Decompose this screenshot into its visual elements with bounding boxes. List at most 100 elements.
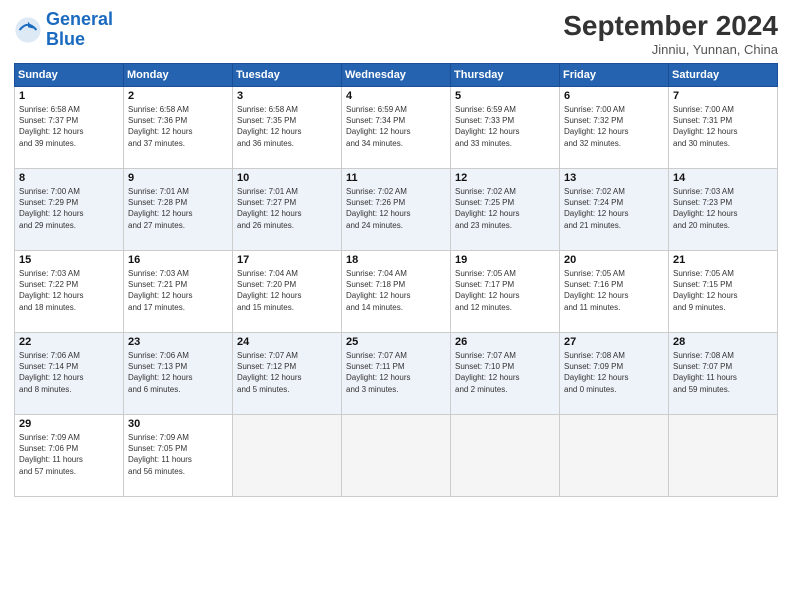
day-info: Sunrise: 7:05 AMSunset: 7:15 PMDaylight:… — [673, 268, 773, 313]
day-number: 14 — [673, 172, 773, 184]
month-title: September 2024 — [563, 10, 778, 42]
logo: General Blue — [14, 10, 113, 50]
weekday-header-monday: Monday — [124, 64, 233, 87]
calendar-day-12: 12 Sunrise: 7:02 AMSunset: 7:25 PMDayligh… — [451, 169, 560, 251]
calendar-table: SundayMondayTuesdayWednesdayThursdayFrid… — [14, 63, 778, 497]
weekday-header-tuesday: Tuesday — [233, 64, 342, 87]
calendar-day-5: 5 Sunrise: 6:59 AMSunset: 7:33 PMDaylight… — [451, 87, 560, 169]
day-info: Sunrise: 7:04 AMSunset: 7:20 PMDaylight:… — [237, 268, 337, 313]
day-number: 24 — [237, 336, 337, 348]
day-info: Sunrise: 7:02 AMSunset: 7:25 PMDaylight:… — [455, 186, 555, 231]
header-row: SundayMondayTuesdayWednesdayThursdayFrid… — [15, 64, 778, 87]
day-number: 18 — [346, 254, 446, 266]
calendar-day-21: 21Sunrise: 7:05 AMSunset: 7:15 PMDayligh… — [669, 251, 778, 333]
day-info: Sunrise: 7:00 AMSunset: 7:31 PMDaylight:… — [673, 104, 773, 149]
day-info: Sunrise: 7:02 AMSunset: 7:26 PMDaylight:… — [346, 186, 446, 231]
day-number: 4 — [346, 90, 446, 102]
calendar-day-17: 17Sunrise: 7:04 AMSunset: 7:20 PMDayligh… — [233, 251, 342, 333]
day-info: Sunrise: 7:09 AMSunset: 7:06 PMDaylight:… — [19, 432, 119, 477]
calendar-day-16: 16Sunrise: 7:03 AMSunset: 7:21 PMDayligh… — [124, 251, 233, 333]
day-info: Sunrise: 7:07 AMSunset: 7:10 PMDaylight:… — [455, 350, 555, 395]
day-number: 5 — [455, 90, 555, 102]
calendar-day-28: 28 Sunrise: 7:08 AMSunset: 7:07 PMDayligh… — [669, 333, 778, 415]
day-number: 20 — [564, 254, 664, 266]
day-info: Sunrise: 7:06 AMSunset: 7:13 PMDaylight:… — [128, 350, 228, 395]
calendar-day-29: 29 Sunrise: 7:09 AMSunset: 7:06 PMDayligh… — [15, 415, 124, 497]
day-info: Sunrise: 7:05 AMSunset: 7:17 PMDaylight:… — [455, 268, 555, 313]
day-number: 2 — [128, 90, 228, 102]
day-number: 8 — [19, 172, 119, 184]
calendar-day-3: 3 Sunrise: 6:58 AMSunset: 7:35 PMDaylight… — [233, 87, 342, 169]
day-number: 22 — [19, 336, 119, 348]
weekday-header-wednesday: Wednesday — [342, 64, 451, 87]
calendar-week-5: 29 Sunrise: 7:09 AMSunset: 7:06 PMDayligh… — [15, 415, 778, 497]
day-number: 6 — [564, 90, 664, 102]
calendar-day-22: 22 Sunrise: 7:06 AMSunset: 7:14 PMDayligh… — [15, 333, 124, 415]
calendar-day-24: 24Sunrise: 7:07 AMSunset: 7:12 PMDayligh… — [233, 333, 342, 415]
calendar-container: General Blue September 2024 Jinniu, Yunn… — [0, 0, 792, 503]
day-info: Sunrise: 7:08 AMSunset: 7:07 PMDaylight:… — [673, 350, 773, 395]
calendar-week-4: 22 Sunrise: 7:06 AMSunset: 7:14 PMDayligh… — [15, 333, 778, 415]
calendar-empty — [451, 415, 560, 497]
calendar-day-2: 2 Sunrise: 6:58 AMSunset: 7:36 PMDaylight… — [124, 87, 233, 169]
calendar-week-2: 8 Sunrise: 7:00 AMSunset: 7:29 PMDaylight… — [15, 169, 778, 251]
calendar-day-9: 9Sunrise: 7:01 AMSunset: 7:28 PMDaylight… — [124, 169, 233, 251]
logo-icon — [14, 16, 42, 44]
weekday-header-saturday: Saturday — [669, 64, 778, 87]
day-number: 16 — [128, 254, 228, 266]
day-info: Sunrise: 6:58 AMSunset: 7:35 PMDaylight:… — [237, 104, 337, 149]
logo-text: General Blue — [46, 10, 113, 50]
calendar-day-11: 11 Sunrise: 7:02 AMSunset: 7:26 PMDayligh… — [342, 169, 451, 251]
weekday-header-sunday: Sunday — [15, 64, 124, 87]
day-info: Sunrise: 7:04 AMSunset: 7:18 PMDaylight:… — [346, 268, 446, 313]
logo-blue: Blue — [46, 29, 85, 49]
day-number: 12 — [455, 172, 555, 184]
calendar-week-1: 1Sunrise: 6:58 AMSunset: 7:37 PMDaylight… — [15, 87, 778, 169]
day-number: 29 — [19, 418, 119, 430]
day-number: 28 — [673, 336, 773, 348]
logo-general: General — [46, 9, 113, 29]
calendar-day-13: 13Sunrise: 7:02 AMSunset: 7:24 PMDayligh… — [560, 169, 669, 251]
day-number: 19 — [455, 254, 555, 266]
day-info: Sunrise: 7:06 AMSunset: 7:14 PMDaylight:… — [19, 350, 119, 395]
day-info: Sunrise: 7:03 AMSunset: 7:23 PMDaylight:… — [673, 186, 773, 231]
day-info: Sunrise: 7:00 AMSunset: 7:29 PMDaylight:… — [19, 186, 119, 231]
calendar-week-3: 15 Sunrise: 7:03 AMSunset: 7:22 PMDayligh… — [15, 251, 778, 333]
calendar-day-19: 19 Sunrise: 7:05 AMSunset: 7:17 PMDayligh… — [451, 251, 560, 333]
day-info: Sunrise: 7:07 AMSunset: 7:11 PMDaylight:… — [346, 350, 446, 395]
calendar-day-14: 14 Sunrise: 7:03 AMSunset: 7:23 PMDayligh… — [669, 169, 778, 251]
day-info: Sunrise: 7:02 AMSunset: 7:24 PMDaylight:… — [564, 186, 664, 231]
day-info: Sunrise: 6:59 AMSunset: 7:34 PMDaylight:… — [346, 104, 446, 149]
calendar-day-27: 27Sunrise: 7:08 AMSunset: 7:09 PMDayligh… — [560, 333, 669, 415]
calendar-day-18: 18 Sunrise: 7:04 AMSunset: 7:18 PMDayligh… — [342, 251, 451, 333]
day-info: Sunrise: 6:58 AMSunset: 7:36 PMDaylight:… — [128, 104, 228, 149]
weekday-header-thursday: Thursday — [451, 64, 560, 87]
day-number: 11 — [346, 172, 446, 184]
day-info: Sunrise: 7:01 AMSunset: 7:27 PMDaylight:… — [237, 186, 337, 231]
day-number: 23 — [128, 336, 228, 348]
day-number: 26 — [455, 336, 555, 348]
calendar-day-10: 10Sunrise: 7:01 AMSunset: 7:27 PMDayligh… — [233, 169, 342, 251]
calendar-day-23: 23 Sunrise: 7:06 AMSunset: 7:13 PMDayligh… — [124, 333, 233, 415]
day-info: Sunrise: 7:01 AMSunset: 7:28 PMDaylight:… — [128, 186, 228, 231]
day-info: Sunrise: 7:03 AMSunset: 7:22 PMDaylight:… — [19, 268, 119, 313]
calendar-day-20: 20Sunrise: 7:05 AMSunset: 7:16 PMDayligh… — [560, 251, 669, 333]
day-number: 15 — [19, 254, 119, 266]
calendar-empty — [342, 415, 451, 497]
day-info: Sunrise: 6:59 AMSunset: 7:33 PMDaylight:… — [455, 104, 555, 149]
calendar-day-26: 26 Sunrise: 7:07 AMSunset: 7:10 PMDayligh… — [451, 333, 560, 415]
location: Jinniu, Yunnan, China — [563, 42, 778, 57]
calendar-day-7: 7 Sunrise: 7:00 AMSunset: 7:31 PMDaylight… — [669, 87, 778, 169]
calendar-empty — [669, 415, 778, 497]
day-number: 3 — [237, 90, 337, 102]
day-info: Sunrise: 6:58 AMSunset: 7:37 PMDaylight:… — [19, 104, 119, 149]
calendar-day-30: 30 Sunrise: 7:09 AMSunset: 7:05 PMDayligh… — [124, 415, 233, 497]
calendar-day-1: 1Sunrise: 6:58 AMSunset: 7:37 PMDaylight… — [15, 87, 124, 169]
day-number: 7 — [673, 90, 773, 102]
day-info: Sunrise: 7:09 AMSunset: 7:05 PMDaylight:… — [128, 432, 228, 477]
weekday-header-friday: Friday — [560, 64, 669, 87]
day-number: 25 — [346, 336, 446, 348]
day-info: Sunrise: 7:08 AMSunset: 7:09 PMDaylight:… — [564, 350, 664, 395]
day-number: 30 — [128, 418, 228, 430]
calendar-day-4: 4 Sunrise: 6:59 AMSunset: 7:34 PMDaylight… — [342, 87, 451, 169]
